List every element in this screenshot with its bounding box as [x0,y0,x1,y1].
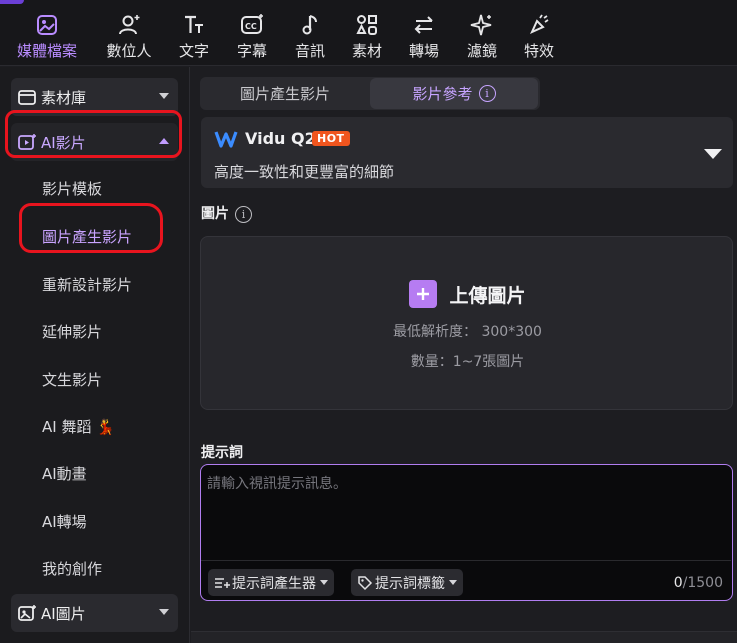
image-section-label: 圖片 i [201,203,252,223]
sidebar-item-my-creations[interactable]: 我的創作 [42,558,102,579]
ai-image-icon [18,605,36,621]
sidebar-group-label: AI圖片 [41,604,86,623]
sidebar-item-extend-video[interactable]: 延伸影片 [42,321,102,342]
sparkle-icon [470,14,492,36]
toolbar-label: 字幕 [236,42,267,60]
captions-icon: CC [241,14,263,34]
toolbar-label: 素材 [351,42,382,60]
top-toolbar: 媒體檔案 數位人 文字 CC 字幕 音訊 素材 轉場 濾鏡 特效 [0,0,737,66]
toolbar-label: 文字 [178,42,209,60]
prompt-tags-button[interactable]: 提示詞標籤 [351,569,463,596]
info-icon[interactable]: i [478,85,496,102]
sidebar-item-ai-dance[interactable]: AI 舞蹈 💃 [42,416,115,437]
sidebar-item-ai-transition[interactable]: AI轉場 [42,511,87,532]
toolbar-label: 媒體檔案 [16,42,77,60]
hot-badge: HOT [312,131,350,146]
elements-icon [356,15,377,35]
info-icon[interactable]: i [235,206,252,223]
music-note-icon [302,15,317,35]
folder-icon [18,90,36,105]
chevron-down-icon [159,609,169,615]
media-icon [37,15,57,35]
text-icon [185,15,203,33]
bottom-panel-edge [191,631,737,643]
sidebar-group-label: 素材庫 [41,88,87,107]
prompt-input[interactable] [207,473,725,553]
toolbar-label: 轉場 [408,42,439,60]
transition-icon [414,16,433,34]
toolbar-media[interactable]: 媒體檔案 [11,12,83,64]
toolbar-label: 音訊 [294,42,325,60]
prompt-box: 提示詞產生器 提示詞標籤 0/1500 [200,464,733,601]
dropdown-arrow-icon[interactable] [704,149,722,159]
quantity-hint: 數量：1~7張圖片 [410,354,525,370]
prompt-generator-label: 提示詞產生器 [232,575,316,592]
min-resolution-hint: 最低解析度： 300*300 [393,324,542,340]
avatar-person-icon [119,15,140,35]
sidebar-item-text-to-video[interactable]: 文生影片 [42,369,102,390]
chevron-down-icon [159,93,169,99]
model-description: 高度一致性和更豐富的細節 [214,163,395,181]
upload-label: 上傳圖片 [449,284,526,307]
chevron-down-icon [449,580,457,585]
svg-text:CC: CC [245,22,257,31]
toolbar-label: 濾鏡 [466,42,497,60]
sidebar-group-ai-image[interactable]: AI圖片 [11,594,178,632]
annotation-box-image-to-video [19,203,163,253]
plus-icon [409,280,438,308]
annotation-box-ai-video [5,110,182,158]
prompt-tags-label: 提示詞標籤 [375,575,445,592]
sidebar-item-ai-animation[interactable]: AI動畫 [42,463,87,484]
list-sparkle-icon [215,577,230,588]
toolbar-label: 特效 [523,42,554,60]
image-upload-area[interactable]: 上傳圖片 最低解析度： 300*300 數量：1~7張圖片 [200,236,733,410]
model-name: Vidu Q2 [245,129,316,148]
effects-icon [529,14,549,35]
window-edge-accent [0,0,24,4]
character-counter: 0/1500 [673,575,723,591]
mode-tabs: 圖片產生影片 影片參考 i [200,77,540,110]
sidebar-item-redesign-video[interactable]: 重新設計影片 [42,274,132,295]
upload-image-button[interactable]: 上傳圖片 [201,280,734,308]
vidu-logo-icon [214,131,238,148]
toolbar-effects[interactable]: 特效 [503,12,575,64]
model-selector[interactable]: Vidu Q2 HOT 高度一致性和更豐富的細節 [201,117,733,188]
toolbar-label: 數位人 [106,42,152,60]
prompt-footer: 提示詞產生器 提示詞標籤 0/1500 [201,560,731,599]
prompt-section-label: 提示詞 [201,445,243,461]
tab-video-reference[interactable]: 影片參考 i [370,78,538,109]
sidebar-item-video-templates[interactable]: 影片模板 [42,178,102,199]
chevron-down-icon [320,580,328,585]
dancer-emoji-icon: 💃 [96,418,115,436]
toolbar-avatar[interactable]: 數位人 [93,12,165,64]
tag-icon [358,575,373,590]
prompt-generator-button[interactable]: 提示詞產生器 [208,569,334,596]
tab-image-to-video[interactable]: 圖片產生影片 [200,77,370,110]
